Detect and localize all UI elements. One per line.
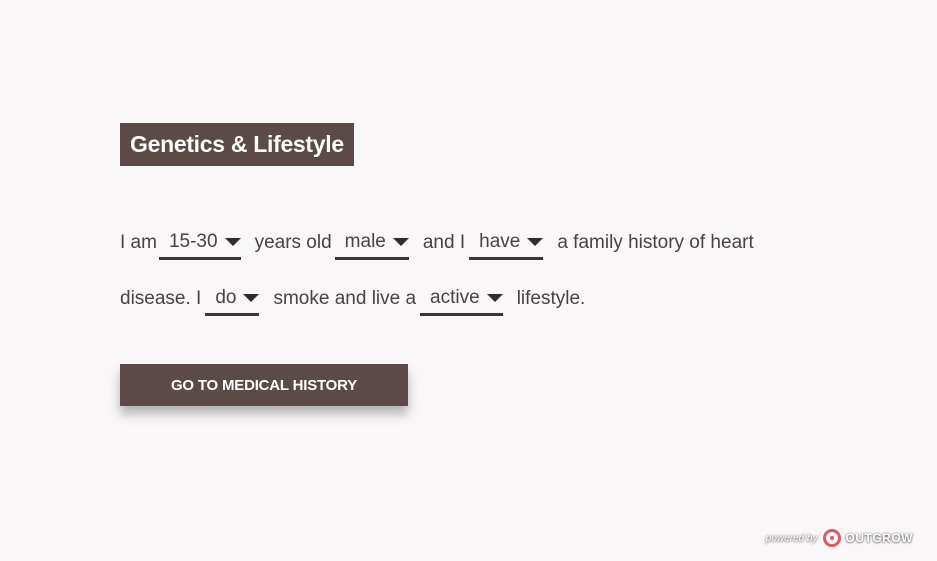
powered-by-badge[interactable]: powered by OUTGROW (766, 529, 913, 547)
sentence-text: years old (254, 232, 332, 253)
section-title: Genetics & Lifestyle (120, 123, 354, 166)
sentence-text: lifestyle. (516, 288, 586, 309)
caret-down-icon (486, 294, 503, 302)
sentence-text: I am (120, 232, 157, 253)
age-dropdown[interactable]: 15-30 (158, 227, 241, 260)
caret-down-icon (243, 294, 260, 302)
sentence-text: smoke and live a (273, 288, 417, 309)
gender-dropdown[interactable]: male (334, 227, 409, 260)
age-value: 15-30 (168, 231, 218, 252)
lifestyle-value: active (430, 287, 480, 308)
sentence-text: a family history of heart (557, 232, 754, 253)
go-to-medical-history-button[interactable]: GO TO MEDICAL HISTORY (120, 364, 408, 406)
smoke-value: do (215, 287, 237, 308)
caret-down-icon (224, 238, 241, 246)
family-history-value: have (479, 231, 521, 252)
smoke-dropdown[interactable]: do (205, 283, 260, 316)
outgrow-logo-icon (822, 529, 841, 547)
powered-by-text: powered by (765, 532, 818, 544)
sentence-text: and I (422, 232, 466, 253)
sentence-line-2: disease. I do smoke and live a active li… (120, 282, 800, 316)
caret-down-icon (527, 238, 544, 246)
calculator-page: Genetics & Lifestyle I am 15-30 years ol… (0, 0, 937, 561)
family-history-dropdown[interactable]: have (469, 227, 544, 260)
caret-down-icon (392, 238, 409, 246)
sentence-text: disease. I (120, 288, 202, 309)
lifestyle-dropdown[interactable]: active (420, 283, 503, 316)
sentence-line-1: I am 15-30 years old male and I have a f… (120, 226, 800, 260)
gender-value: male (344, 231, 386, 252)
brand-name: OUTGROW (845, 531, 913, 545)
